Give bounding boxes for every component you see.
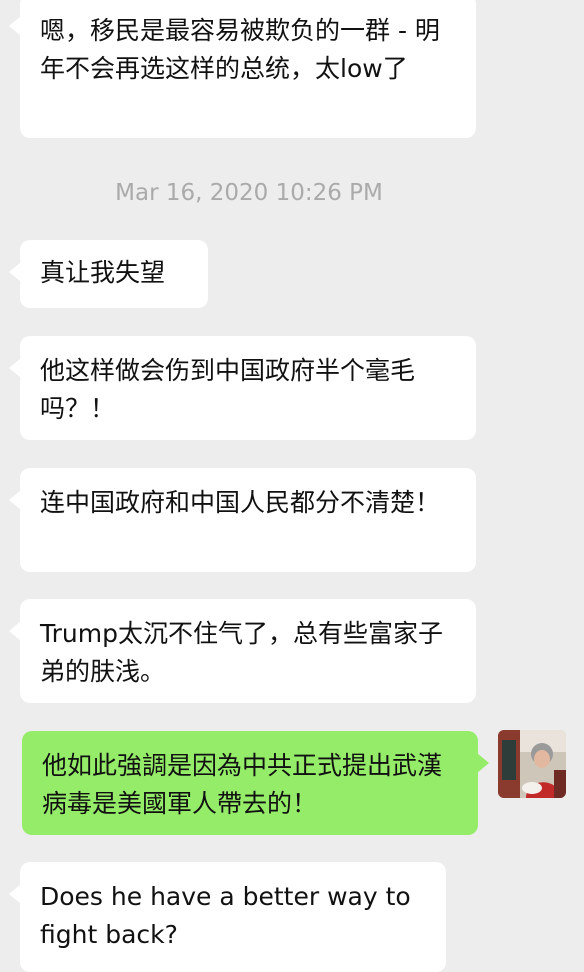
message-bubble-incoming[interactable]: 真让我失望 (9, 240, 208, 308)
message-bubble-incoming[interactable]: Trump太沉不住气了，总有些富家子弟的肤浅。 (9, 599, 476, 703)
chat-conversation: 嗯，移民是最容易被欺负的一群 - 明年不会再选这样的总统，太low了 Mar 1… (0, 0, 584, 972)
message-bubble-outgoing[interactable]: 他如此強調是因為中共正式提出武漢病毒是美國軍人帶去的！ (22, 731, 489, 835)
message-timestamp: Mar 16, 2020 10:26 PM (115, 180, 383, 206)
message-bubble-incoming[interactable]: 连中国政府和中国人民都分不清楚！ (9, 468, 476, 572)
message-bubble-incoming[interactable]: Does he have a better way to fight back? (9, 862, 446, 972)
message-bubble-incoming[interactable]: 他这样做会伤到中国政府半个毫毛吗？！ (9, 336, 476, 440)
message-bubble-incoming[interactable]: 嗯，移民是最容易被欺负的一群 - 明年不会再选这样的总统，太low了 (9, 0, 476, 138)
avatar-photo-icon (498, 730, 566, 798)
user-avatar[interactable] (498, 730, 566, 798)
